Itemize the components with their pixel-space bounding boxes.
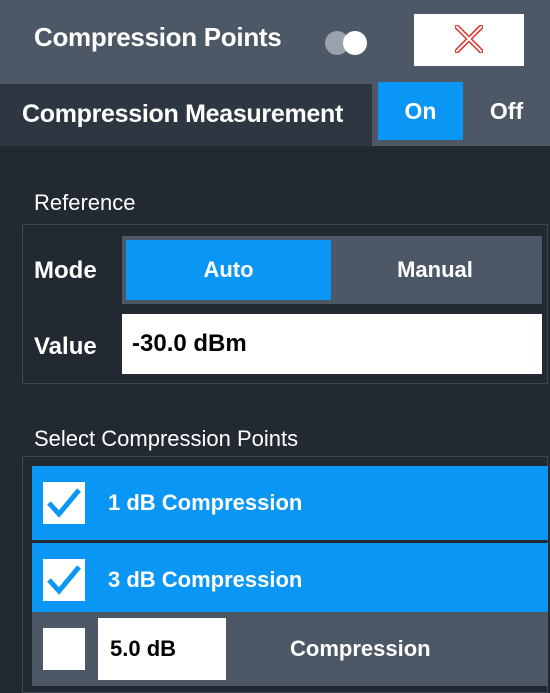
toggle-icon[interactable]: [322, 30, 374, 56]
checkmark-icon: [47, 565, 81, 595]
mode-auto-button[interactable]: Auto: [126, 240, 331, 300]
select-points-section-label: Select Compression Points: [34, 426, 299, 451]
compression-point-label: 1 dB Compression: [108, 490, 303, 515]
compression-points-dialog: Compression Points Compression Measureme…: [0, 0, 550, 693]
compression-measurement-label: Compression Measurement: [22, 100, 343, 128]
mode-label: Mode: [34, 257, 97, 284]
custom-compression-value-input[interactable]: 5.0 dB: [98, 618, 226, 680]
value-label: Value: [34, 333, 97, 360]
close-button[interactable]: [414, 14, 524, 66]
compression-on-button[interactable]: On: [378, 82, 463, 140]
checkmark-icon: [47, 488, 81, 518]
dialog-title: Compression Points: [34, 22, 282, 52]
reference-value-input[interactable]: -30.0 dBm: [122, 314, 542, 374]
compression-point-row-3db[interactable]: 3 dB Compression: [32, 543, 548, 617]
mode-manual-button[interactable]: Manual: [331, 240, 539, 300]
checkbox-custom[interactable]: [43, 628, 85, 670]
close-x-icon: [455, 25, 483, 53]
compression-point-label: Compression: [290, 636, 431, 661]
reference-section-label: Reference: [34, 190, 136, 215]
compression-off-button[interactable]: Off: [463, 82, 550, 140]
compression-point-row-custom[interactable]: 5.0 dB Compression: [32, 612, 548, 686]
checkbox-3db[interactable]: [43, 559, 85, 601]
compression-point-row-1db[interactable]: 1 dB Compression: [32, 466, 548, 540]
checkbox-1db[interactable]: [43, 482, 85, 524]
compression-point-label: 3 dB Compression: [108, 567, 303, 592]
